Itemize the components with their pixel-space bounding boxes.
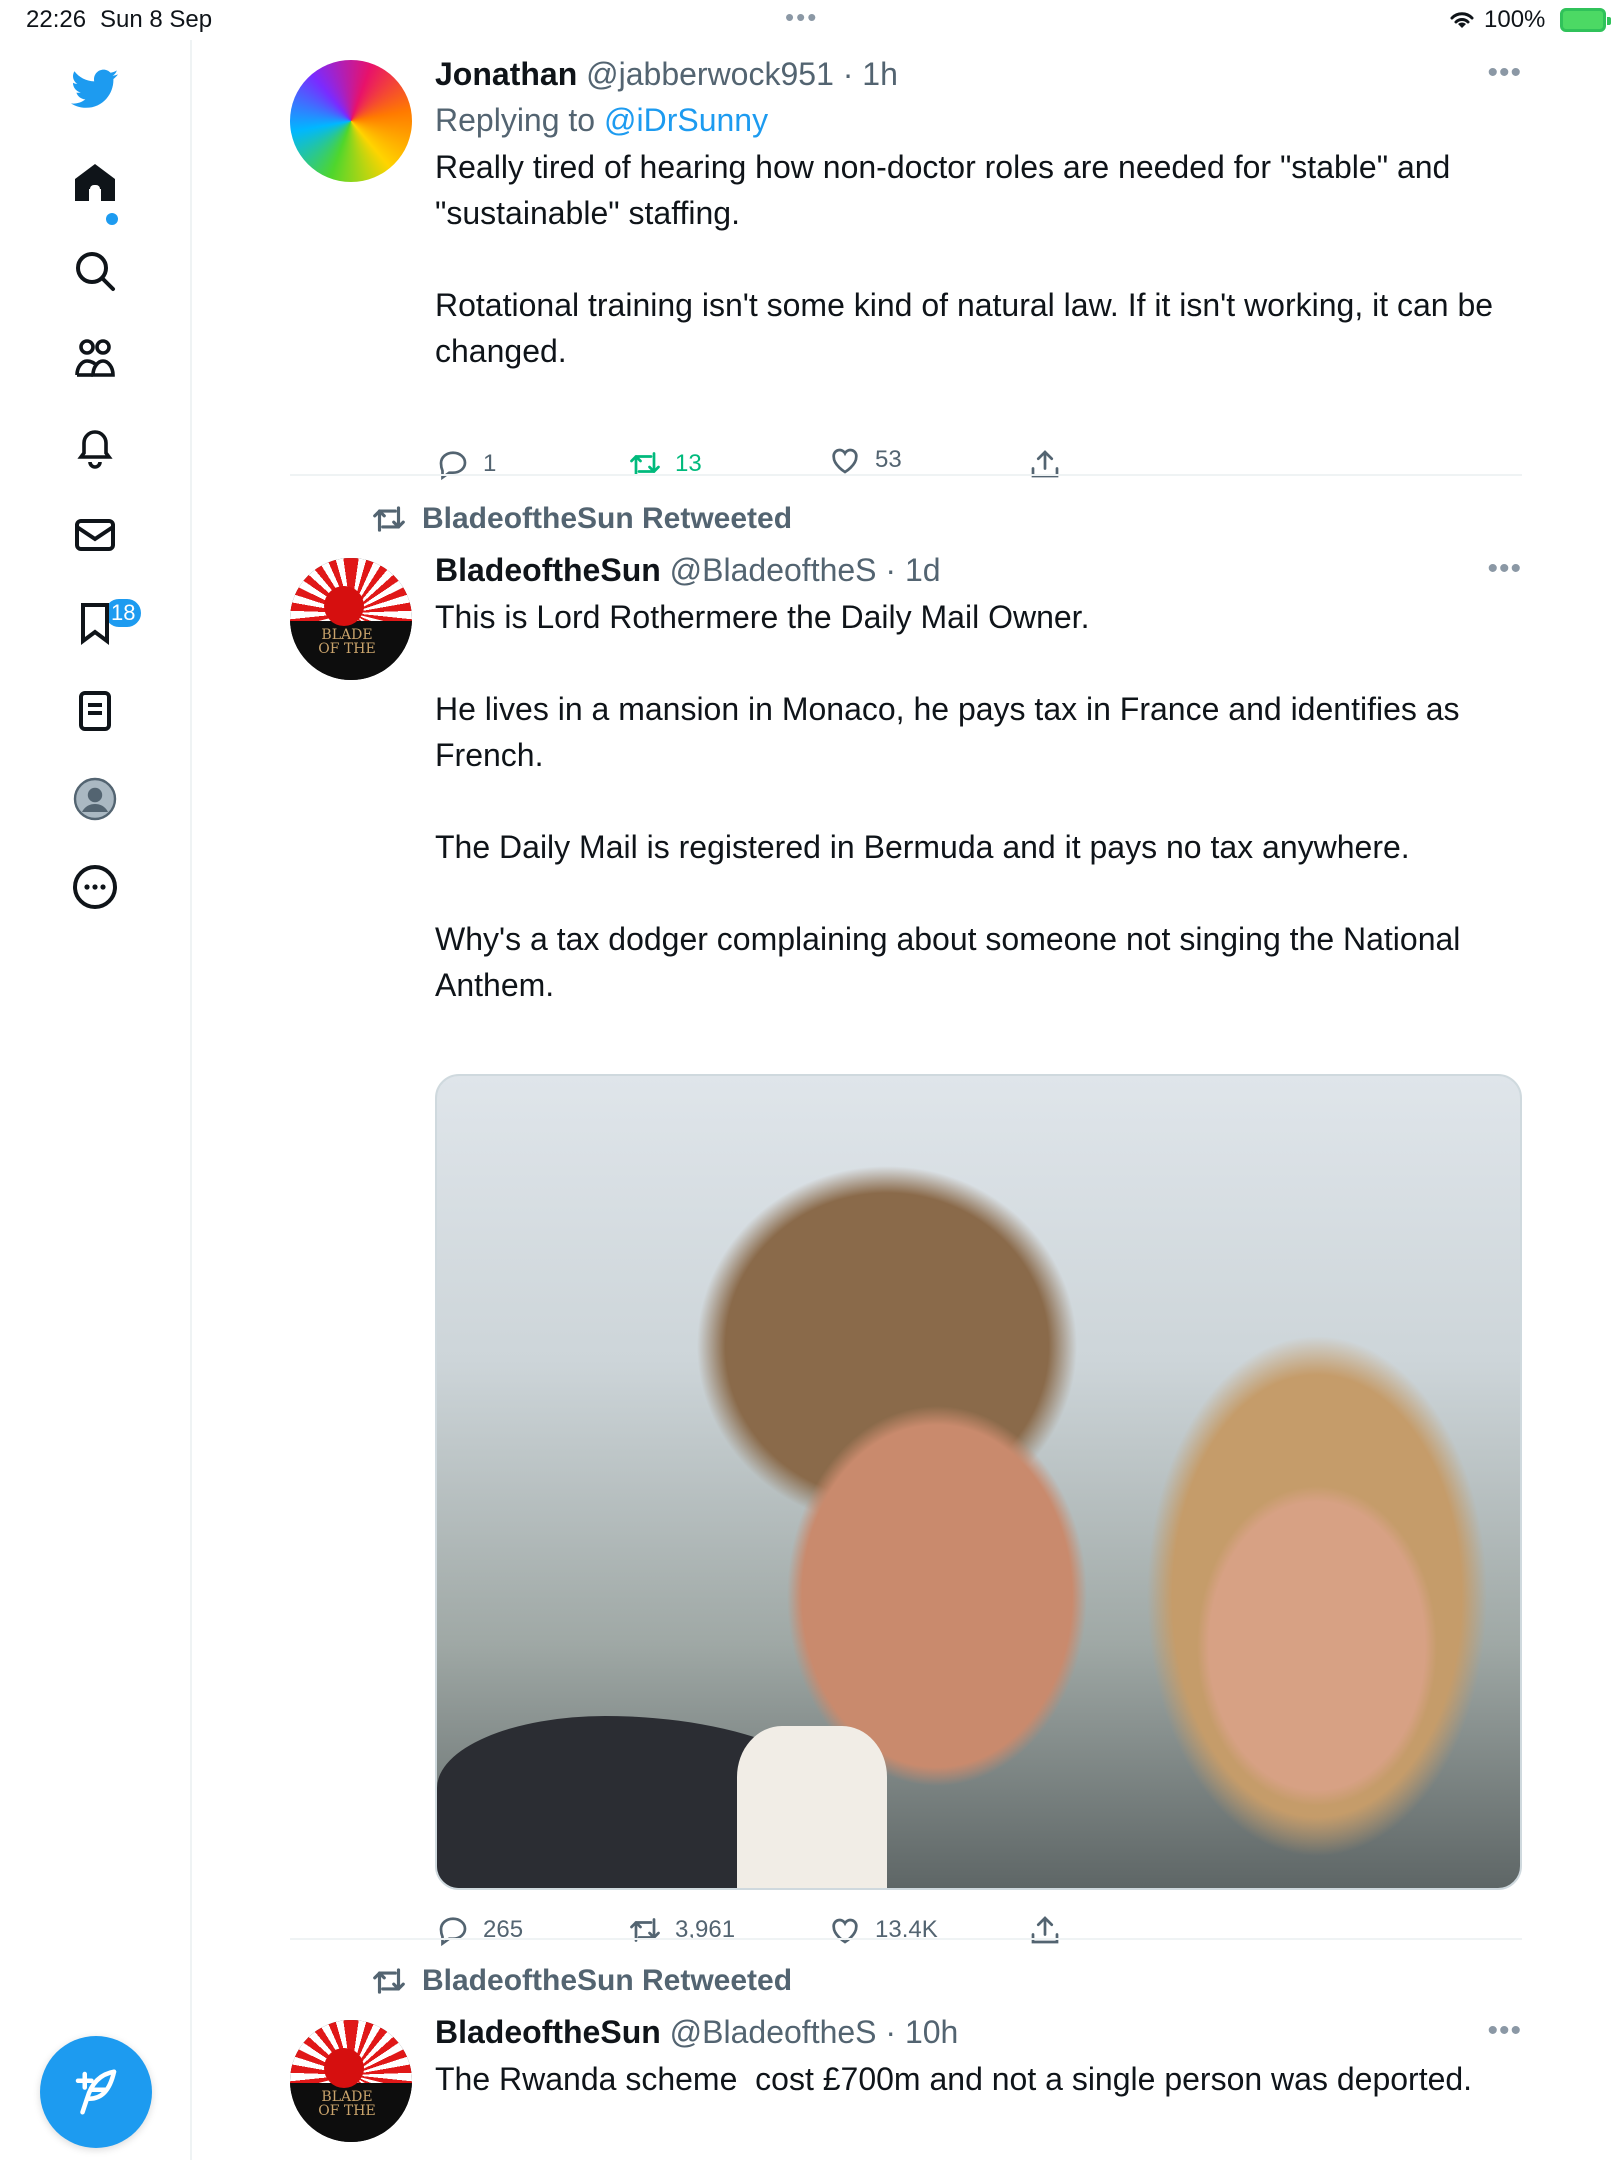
timeline-feed[interactable]: Jonathan @jabberwock951 · 1h ••• Replyin…: [192, 40, 1620, 2160]
tweet-text: Really tired of hearing how non-doctor r…: [435, 149, 1494, 369]
compose-tweet-button[interactable]: [40, 2036, 152, 2148]
tweet-text: This is Lord Rothermere the Daily Mail O…: [435, 599, 1461, 1003]
tweet-time[interactable]: 1h: [862, 56, 898, 92]
multitasking-dots-icon[interactable]: •••: [785, 2, 818, 33]
share-icon: [1031, 450, 1059, 478]
retweet-icon: [373, 1968, 405, 1994]
heart-icon: [832, 1918, 858, 1944]
notifications-bell-icon[interactable]: [60, 412, 130, 482]
tweet-time[interactable]: 10h: [905, 2014, 958, 2050]
more-options-icon[interactable]: [60, 852, 130, 922]
retweet-button[interactable]: 13: [627, 446, 702, 482]
tweet-actions: 1 13 53: [435, 446, 1235, 486]
author-handle[interactable]: @BladeoftheS: [670, 552, 877, 588]
tweet[interactable]: Jonathan @jabberwock951 · 1h ••• Replyin…: [290, 54, 1522, 494]
author-handle[interactable]: @BladeoftheS: [670, 2014, 877, 2050]
messages-envelope-icon[interactable]: [60, 500, 130, 570]
status-bar: 22:26 Sun 8 Sep ••• 100%: [0, 0, 1620, 40]
share-button[interactable]: [1027, 1912, 1063, 1948]
author-name[interactable]: Jonathan: [435, 56, 577, 92]
share-icon: [1031, 1916, 1059, 1944]
battery-icon: [1560, 8, 1611, 32]
retweet-icon: [630, 1918, 660, 1942]
tweet-more-icon[interactable]: •••: [1487, 2014, 1522, 2048]
status-time: 22:26: [26, 6, 87, 33]
like-button[interactable]: 13.4K: [827, 1912, 938, 1948]
retweeted-by-text: BladeoftheSun Retweeted: [422, 502, 793, 535]
home-new-dot: [106, 213, 118, 225]
retweet-icon: [373, 506, 405, 532]
tweet-time[interactable]: 1d: [905, 552, 941, 588]
like-count: 53: [875, 446, 902, 473]
avatar[interactable]: [290, 60, 412, 182]
heart-icon: [832, 448, 858, 474]
avatar-logo-text: BLADE OF THE: [318, 2089, 376, 2119]
retweeted-by[interactable]: BladeoftheSun Retweeted: [370, 1962, 792, 2000]
tweet[interactable]: BladeoftheSun Retweeted BLADE OF THE Bla…: [290, 500, 1522, 1947]
avatar[interactable]: BLADE OF THE: [290, 558, 412, 680]
replying-to-link[interactable]: @iDrSunny: [604, 102, 768, 138]
replying-to: Replying to @iDrSunny: [435, 100, 1522, 140]
separator: ·: [842, 56, 854, 92]
twitter-logo-icon[interactable]: [60, 54, 130, 124]
author-name[interactable]: BladeoftheSun: [435, 552, 661, 588]
tweet-header: Jonathan @jabberwock951 · 1h: [435, 54, 1522, 94]
home-icon[interactable]: [60, 148, 130, 218]
tweet-more-icon[interactable]: •••: [1487, 56, 1522, 90]
retweet-icon: [630, 452, 660, 476]
tweet-header: BladeoftheSun @BladeoftheS · 1d: [435, 550, 1522, 590]
separator: ·: [885, 552, 897, 588]
author-handle[interactable]: @jabberwock951: [586, 56, 834, 92]
tweet-photo[interactable]: [435, 1074, 1522, 1890]
share-button[interactable]: [1027, 446, 1063, 482]
avatar[interactable]: BLADE OF THE: [290, 2020, 412, 2142]
reply-icon: [439, 1917, 467, 1947]
battery-percentage: 100%: [1484, 6, 1546, 33]
reply-button[interactable]: 265: [435, 1912, 523, 1948]
replying-prefix: Replying to: [435, 102, 604, 138]
tweet-divider: [290, 474, 1522, 476]
sidebar: 18: [0, 40, 192, 2160]
profile-avatar-icon[interactable]: [60, 764, 130, 834]
retweeted-by-text: BladeoftheSun Retweeted: [422, 1964, 793, 1997]
tweet-actions: 265 3,961 13.4K: [435, 1912, 1235, 1952]
retweeted-by[interactable]: BladeoftheSun Retweeted: [370, 500, 792, 538]
like-button[interactable]: 53: [827, 442, 902, 478]
tweet-text: The Rwanda scheme cost £700m and not a s…: [435, 2061, 1473, 2097]
wifi-icon: [1450, 12, 1474, 28]
search-icon[interactable]: [60, 236, 130, 306]
retweet-button[interactable]: 3,961: [627, 1912, 735, 1948]
author-name[interactable]: BladeoftheSun: [435, 2014, 661, 2050]
separator: ·: [885, 2014, 897, 2050]
reply-button[interactable]: 1: [435, 446, 496, 482]
bookmarks-icon[interactable]: [60, 588, 130, 658]
tweet-more-icon[interactable]: •••: [1487, 552, 1522, 586]
communities-icon[interactable]: [60, 324, 130, 394]
status-date: Sun 8 Sep: [100, 6, 213, 33]
tweet[interactable]: BladeoftheSun Retweeted BLADE OF THE Bla…: [290, 1962, 1522, 2160]
tweet-divider: [290, 1938, 1522, 1940]
avatar-logo-text: BLADE OF THE: [318, 627, 376, 657]
lists-icon[interactable]: [60, 676, 130, 746]
feather-plus-icon: [75, 2069, 117, 2115]
reply-icon: [439, 451, 467, 481]
tweet-header: BladeoftheSun @BladeoftheS · 10h: [435, 2012, 1522, 2052]
